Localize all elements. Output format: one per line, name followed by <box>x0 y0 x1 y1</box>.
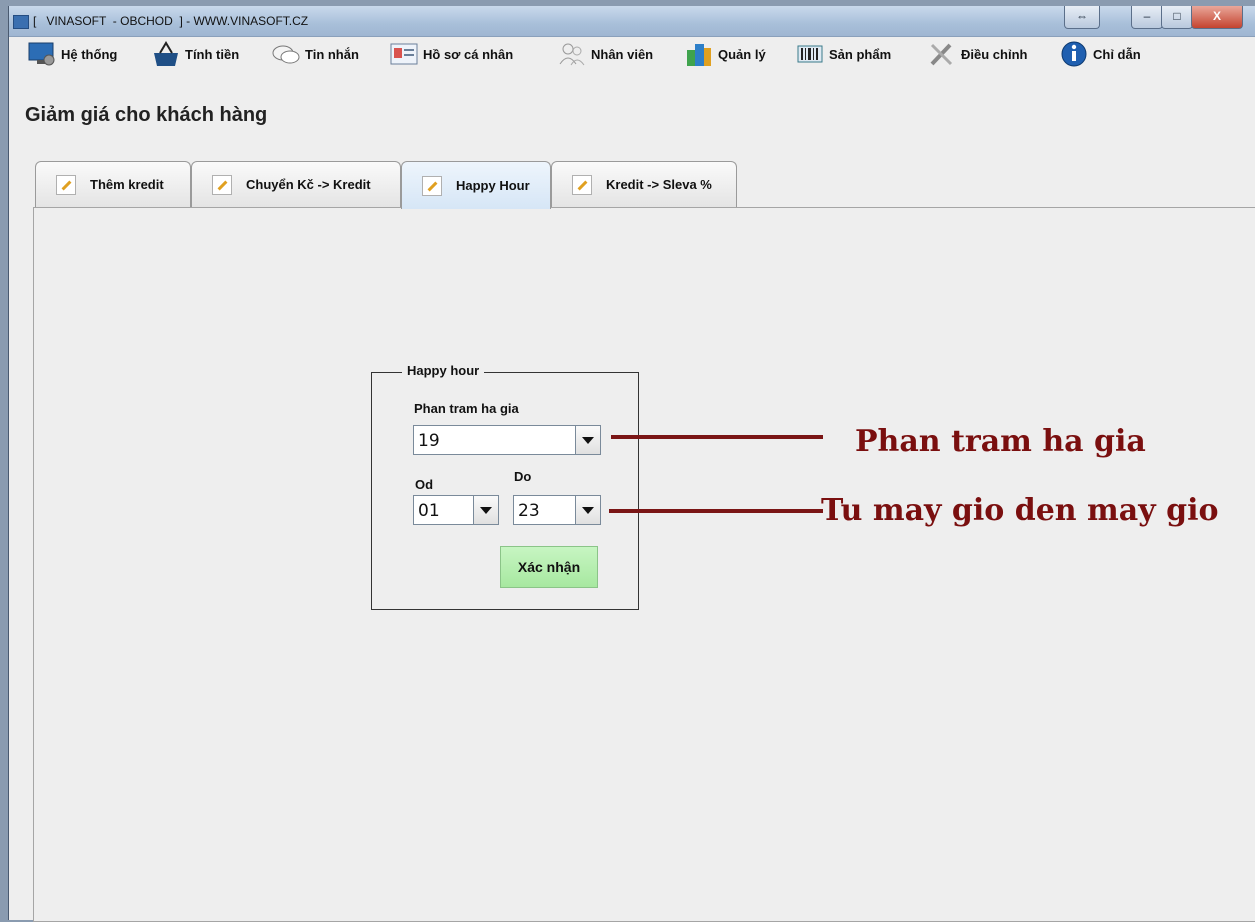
confirm-button[interactable]: Xác nhận <box>500 546 598 588</box>
monitor-gear-icon <box>27 40 57 68</box>
menu-label: Chỉ dẫn <box>1093 46 1141 62</box>
menu-item-staff[interactable]: Nhân viên <box>557 37 653 71</box>
annotation-line-percent <box>611 435 823 439</box>
annotation-percent: Phan tram ha gia <box>855 424 1146 459</box>
happy-hour-group: Happy hour Phan tram ha gia 19 Od Do 01 … <box>371 363 639 610</box>
tab-content-panel <box>33 207 1255 922</box>
percent-label: Phan tram ha gia <box>414 401 519 416</box>
tab-happy-hour[interactable]: Happy Hour <box>401 161 551 209</box>
menu-item-profile[interactable]: Hồ sơ cá nhân <box>389 37 513 71</box>
close-button[interactable]: X <box>1191 6 1243 29</box>
maximize-button[interactable]: □ <box>1161 6 1193 29</box>
info-icon <box>1059 40 1089 68</box>
from-label: Od <box>415 477 434 492</box>
chevron-down-icon[interactable] <box>473 496 498 524</box>
minimize-button[interactable]: – <box>1131 6 1163 29</box>
edit-icon <box>422 175 442 196</box>
id-card-icon <box>389 40 419 68</box>
barcode-icon <box>795 40 825 68</box>
menu-label: Điều chỉnh <box>961 46 1028 62</box>
menu-item-system[interactable]: Hệ thống <box>27 37 117 71</box>
to-hour-dropdown[interactable]: 23 <box>513 495 601 525</box>
tab-label: Kredit -> Sleva % <box>606 177 712 192</box>
menu-label: Tính tiền <box>185 46 240 62</box>
tab-convert-credit[interactable]: Chuyển Kč -> Kredit <box>191 161 401 207</box>
menu-label: Hồ sơ cá nhân <box>423 46 514 62</box>
chevron-down-icon[interactable] <box>575 426 600 454</box>
menu-label: Hệ thống <box>61 46 118 62</box>
tab-add-credit[interactable]: Thêm kredit <box>35 161 191 207</box>
menu-label: Tin nhắn <box>305 46 359 62</box>
menu-label: Nhân viên <box>591 46 654 62</box>
restore-arrows-button[interactable]: ⇔ <box>1064 6 1100 29</box>
menu-item-management[interactable]: Quản lý <box>684 37 766 71</box>
percent-value: 19 <box>418 431 440 451</box>
tab-label: Happy Hour <box>456 178 530 193</box>
window-title: [ VINASOFT - OBCHOD ] - WWW.VINASOFT.CZ <box>33 14 309 28</box>
title-bar[interactable]: [ VINASOFT - OBCHOD ] - WWW.VINASOFT.CZ … <box>9 6 1255 37</box>
menu-label: Sản phẩm <box>829 46 892 62</box>
edit-icon <box>212 174 232 195</box>
edit-icon <box>572 174 592 195</box>
tab-label: Chuyển Kč -> Kredit <box>246 177 371 192</box>
percent-dropdown[interactable]: 19 <box>413 425 601 455</box>
app-icon <box>13 15 29 29</box>
to-label: Do <box>514 469 532 484</box>
shopping-basket-icon <box>151 40 181 68</box>
menu-label: Quản lý <box>718 46 766 62</box>
tab-label: Thêm kredit <box>90 177 164 192</box>
users-icon <box>557 40 587 68</box>
menu-item-products[interactable]: Sản phẩm <box>795 37 891 71</box>
to-hour-value: 23 <box>518 501 540 521</box>
buildings-icon <box>684 40 714 68</box>
chat-bubbles-icon <box>271 40 301 68</box>
group-legend: Happy hour <box>402 363 485 378</box>
page-title: Giảm giá cho khách hàng <box>25 104 268 126</box>
tab-credit-to-discount[interactable]: Kredit -> Sleva % <box>551 161 737 207</box>
from-hour-value: 01 <box>418 501 440 521</box>
annotation-time-range: Tu may gio den may gio <box>821 493 1219 528</box>
menu-item-checkout[interactable]: Tính tiền <box>151 37 239 71</box>
main-menu-bar: Hệ thống Tính tiền Tin nhắn Hồ sơ cá nhâ… <box>9 37 1255 71</box>
menu-item-settings[interactable]: Điều chỉnh <box>927 37 1027 71</box>
annotation-line-time <box>609 509 823 513</box>
app-window: [ VINASOFT - OBCHOD ] - WWW.VINASOFT.CZ … <box>8 6 1255 922</box>
from-hour-dropdown[interactable]: 01 <box>413 495 499 525</box>
menu-item-messages[interactable]: Tin nhắn <box>271 37 359 71</box>
menu-item-help[interactable]: Chỉ dẫn <box>1059 37 1141 71</box>
chevron-down-icon[interactable] <box>575 496 600 524</box>
edit-icon <box>56 174 76 195</box>
tools-icon <box>927 40 957 68</box>
